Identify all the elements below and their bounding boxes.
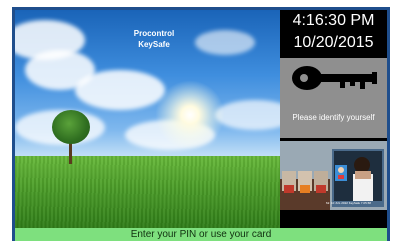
card-reader-illustration: [280, 141, 387, 210]
key-panel: [280, 58, 387, 98]
clock-date: 10/20/2015: [293, 34, 374, 51]
identify-prompt: Please identify yourself: [280, 98, 387, 138]
kiosk-frame: Procontrol KeySafe 4:16:30 PM 10/20/2015…: [12, 7, 390, 241]
grass-field: [15, 156, 280, 228]
card-reader-photo: Mr. 10 JUL 2022 KeySafe 7.05.58: [280, 141, 387, 210]
brand-name-line1: Procontrol: [133, 29, 175, 38]
key-icon: [292, 66, 377, 90]
photo-caption: Mr. 10 JUL 2022 KeySafe 7.05.58: [326, 201, 371, 205]
clock-time: 4:16:30 PM: [292, 12, 375, 29]
brand-name-line2: KeySafe: [138, 40, 170, 49]
status-sidebar: 4:16:30 PM 10/20/2015 Please identify yo…: [280, 10, 387, 228]
sun-image: [155, 80, 225, 150]
tree-image: [52, 110, 90, 144]
pin-card-prompt: Enter your PIN or use your card: [15, 228, 387, 241]
brand-logo: Procontrol KeySafe: [115, 28, 193, 50]
background-scene: Procontrol KeySafe: [15, 10, 280, 228]
